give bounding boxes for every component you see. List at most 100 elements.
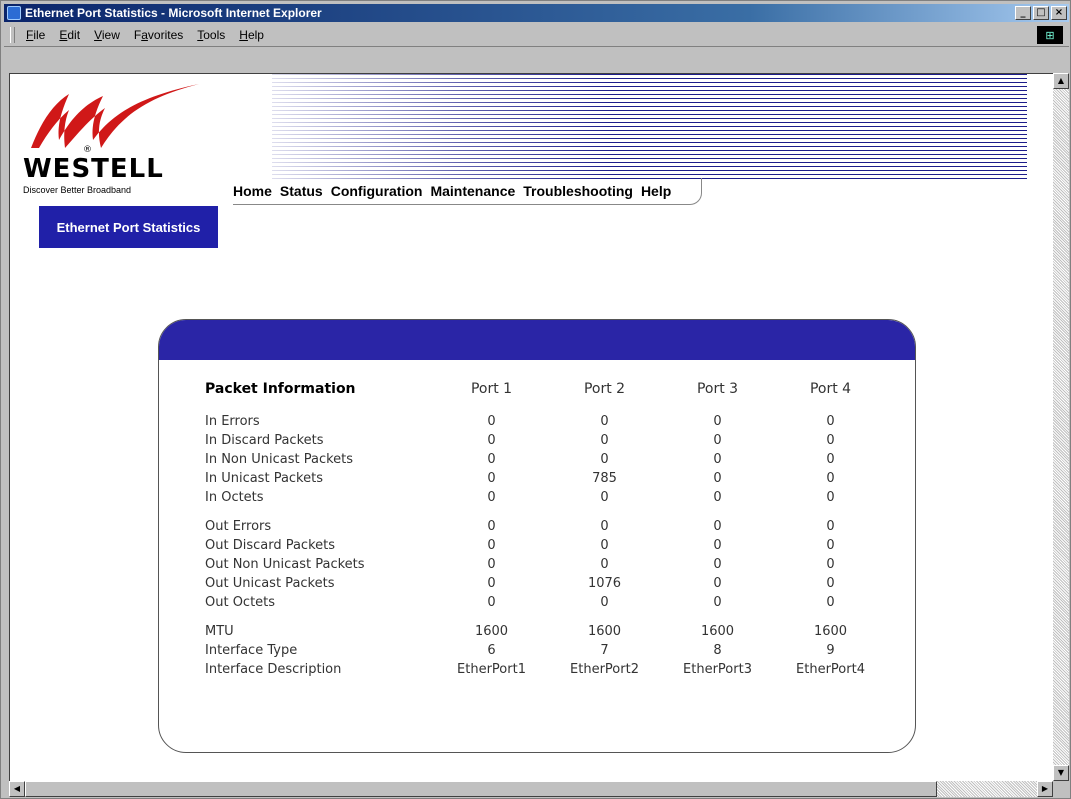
row-label: In Unicast Packets [205,471,323,486]
port-value: 0 [713,557,722,572]
port-value: 0 [487,490,496,505]
page-title: Ethernet Port Statistics [39,206,218,248]
table-row: In Discard Packets 0 0 0 0 [205,431,887,450]
svg-text:®: ® [83,145,92,154]
nav-maintenance[interactable]: Maintenance [430,183,515,199]
menu-help[interactable]: Help [232,28,271,42]
menu-file[interactable]: File [19,28,52,42]
vertical-scrollbar[interactable]: ▲ ▼ [1053,73,1069,781]
nav-help[interactable]: Help [641,183,671,199]
maximize-button[interactable]: □ [1033,6,1049,20]
close-button[interactable]: × [1051,6,1067,20]
port-value: 1600 [474,624,509,639]
port-value: 0 [826,452,835,467]
menu-view[interactable]: View [87,28,127,42]
westell-logo: ® WESTELL Discover Better Broadband [23,82,213,195]
menu-edit[interactable]: Edit [52,28,87,42]
column-header-port: Port 1 [470,380,513,397]
stats-panel-header [159,320,915,360]
scroll-up-icon[interactable]: ▲ [1053,73,1069,89]
column-header-packet-info: Packet Information [205,380,356,397]
port-value: 0 [713,538,722,553]
table-row: MTU 1600 1600 1600 1600 [205,622,887,641]
port-value: 1600 [700,624,735,639]
horizontal-scroll-thumb[interactable] [25,781,937,797]
port-value: 0 [487,595,496,610]
scroll-right-icon[interactable]: ▶ [1037,781,1053,797]
group-spacer-cell [205,402,887,412]
scroll-left-icon[interactable]: ◀ [9,781,25,797]
page-viewport: ® WESTELL Discover Better Broadband Home… [9,73,1054,782]
port-value: 9 [826,643,835,658]
table-row: In Non Unicast Packets 0 0 0 0 [205,450,887,469]
menu-bar: File Edit View Favorites Tools Help ⊞ [4,24,1069,47]
windows-logo-icon: ⊞ [1037,26,1063,44]
column-header-port: Port 4 [809,380,852,397]
table-row: In Octets 0 0 0 0 [205,488,887,507]
title-bar[interactable]: Ethernet Port Statistics - Microsoft Int… [4,4,1069,22]
table-row: Out Unicast Packets 0 1076 0 0 [205,574,887,593]
group-spacer-cell [205,612,887,622]
port-value: 0 [600,490,609,505]
table-row: In Errors 0 0 0 0 [205,412,887,431]
nav-home[interactable]: Home [233,183,272,199]
row-label: Out Non Unicast Packets [205,557,365,572]
logo-wordmark: WESTELL [23,154,164,184]
group-spacer [205,612,887,622]
port-value: EtherPort3 [683,662,752,677]
port-value: 0 [826,557,835,572]
nav-troubleshooting[interactable]: Troubleshooting [523,183,633,199]
port-value: 0 [487,576,496,591]
port-value: 0 [487,414,496,429]
westell-swoosh-icon: ® [31,84,199,155]
ie-icon [7,6,21,20]
port-value: 0 [487,557,496,572]
port-value: 0 [713,414,722,429]
row-label: Out Octets [205,595,276,610]
stats-panel: Packet Information Port 1 Port 2 Port 3 Port… [158,319,916,753]
table-row: Interface Type 6 7 8 9 [205,641,887,660]
port-value: 0 [487,433,496,448]
row-label: In Errors [205,414,260,429]
table-row: Out Discard Packets 0 0 0 0 [205,536,887,555]
port-value: EtherPort1 [457,662,526,677]
port-value: EtherPort4 [796,662,865,677]
menu-tools[interactable]: Tools [190,28,232,42]
port-value: 0 [487,519,496,534]
port-value: 0 [600,538,609,553]
horizontal-scrollbar[interactable]: ◀ ▶ [9,781,1053,797]
port-value: 0 [713,452,722,467]
window-title: Ethernet Port Statistics - Microsoft Int… [25,6,322,20]
row-label: In Discard Packets [205,433,324,448]
scroll-down-icon[interactable]: ▼ [1053,765,1069,781]
row-label: Interface Type [205,643,298,658]
group-spacer-cell [205,507,887,517]
table-row: Interface Description EtherPort1 EtherPort… [205,660,887,679]
minimize-button[interactable]: _ [1015,6,1031,20]
port-value: 0 [600,519,609,534]
table-row: Out Non Unicast Packets 0 0 0 0 [205,555,887,574]
column-header-port: Port 2 [583,380,626,397]
port-value: 0 [600,414,609,429]
table-row: In Unicast Packets 0 785 0 0 [205,469,887,488]
nav-status[interactable]: Status [280,183,323,199]
row-label: In Octets [205,490,264,505]
port-value: 6 [487,643,496,658]
port-value: 0 [600,452,609,467]
nav-configuration[interactable]: Configuration [331,183,423,199]
port-value: 0 [713,595,722,610]
port-value: 0 [600,557,609,572]
row-label: Out Discard Packets [205,538,336,553]
port-value: 0 [826,433,835,448]
group-spacer [205,507,887,517]
row-label: Out Errors [205,519,272,534]
column-header-port: Port 3 [696,380,739,397]
row-label: MTU [205,624,234,639]
port-value: 0 [600,433,609,448]
port-value: 0 [713,433,722,448]
menu-favorites[interactable]: Favorites [127,28,190,42]
toolbar-grip[interactable] [10,27,15,43]
port-value: EtherPort2 [570,662,639,677]
logo-tagline: Discover Better Broadband [23,185,132,195]
stats-table: Packet Information Port 1 Port 2 Port 3 Port… [205,376,887,679]
